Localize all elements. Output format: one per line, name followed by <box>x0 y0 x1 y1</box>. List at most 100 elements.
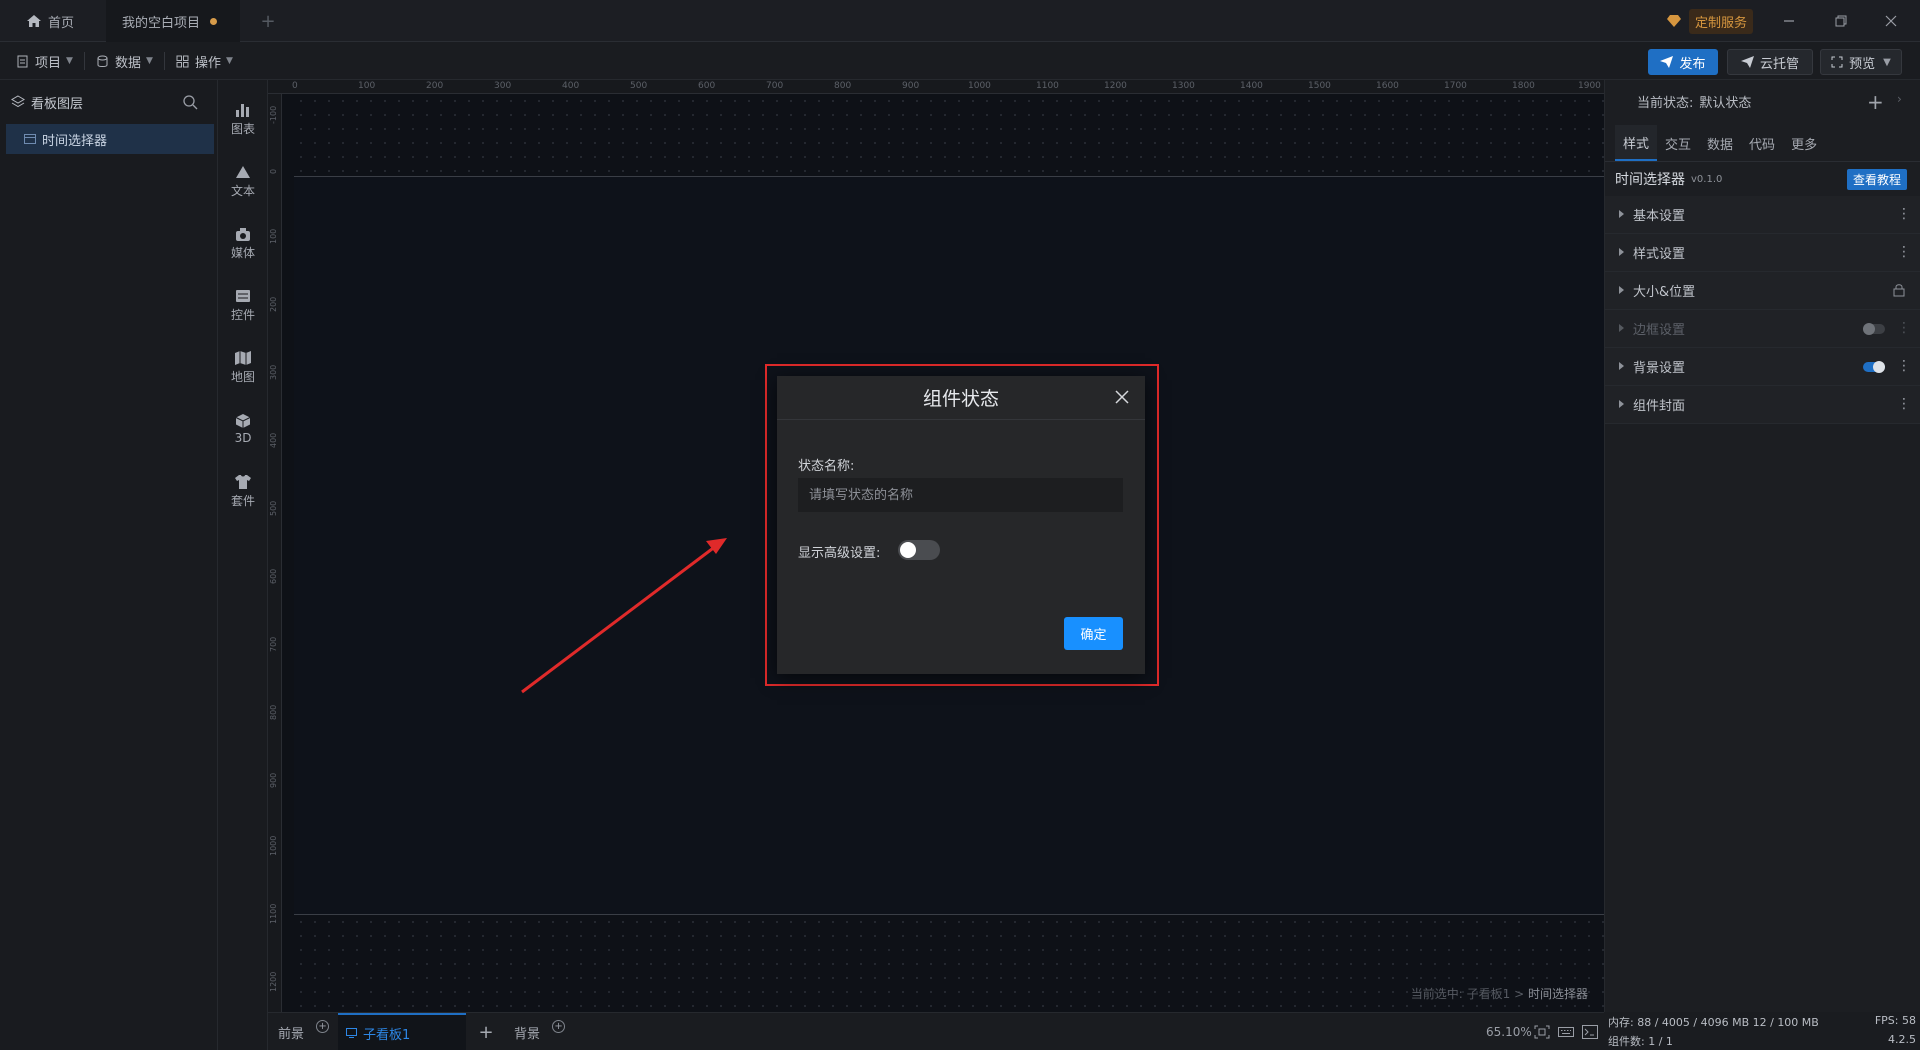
fit-screen-icon[interactable] <box>1534 1025 1550 1039</box>
tab-interaction[interactable]: 交互 <box>1657 125 1699 161</box>
minimize-icon <box>1784 20 1794 22</box>
rail-item-chart[interactable]: 图表 <box>218 94 268 144</box>
ruler-tick: 1300 <box>1172 81 1195 91</box>
grid-icon <box>176 55 189 67</box>
ruler-tick: 400 <box>269 432 278 448</box>
rail-item-3d[interactable]: 3D <box>218 404 268 454</box>
keyboard-icon[interactable] <box>1558 1025 1574 1039</box>
ruler-tick: 1000 <box>269 835 278 856</box>
property-tabs: 样式 交互 数据 代码 更多 <box>1605 122 1920 162</box>
board-tab-bar: 前景 + 子看板1 + 背景 + 65.10% <box>268 1012 1604 1050</box>
tab-project[interactable]: 我的空白项目 <box>106 0 240 42</box>
state-name-input[interactable] <box>798 478 1123 512</box>
rail-item-kit[interactable]: 套件 <box>218 466 268 516</box>
cloud-hosting-button[interactable]: 云托管 <box>1727 49 1813 75</box>
more-vertical-icon[interactable]: ⋮ <box>1897 358 1911 374</box>
ruler-tick: 400 <box>562 81 580 91</box>
add-board-button[interactable]: + <box>474 1013 498 1050</box>
section-label: 背景设置 <box>1633 361 1686 376</box>
confirm-button[interactable]: 确定 <box>1064 617 1123 650</box>
ruler-tick: -100 <box>269 105 278 124</box>
caret-right-icon <box>1619 400 1624 408</box>
ruler-tick: 0 <box>292 81 298 91</box>
plus-icon: + <box>478 1021 494 1043</box>
section-style[interactable]: 样式设置 ⋮ <box>1605 234 1920 272</box>
section-size-position[interactable]: 大小&位置 <box>1605 272 1920 310</box>
control-icon <box>236 289 250 302</box>
layer-item[interactable]: 时间选择器 <box>6 124 214 154</box>
more-vertical-icon[interactable]: ⋮ <box>1897 396 1911 412</box>
ruler-tick: 1400 <box>1240 81 1263 91</box>
section-basic[interactable]: 基本设置 ⋮ <box>1605 196 1920 234</box>
component-name: 时间选择器 <box>1615 172 1685 188</box>
add-state-button[interactable]: + <box>1867 90 1884 114</box>
tab-style[interactable]: 样式 <box>1615 125 1658 161</box>
section-background[interactable]: 背景设置 ⋮ <box>1605 348 1920 386</box>
tab-code[interactable]: 代码 <box>1741 125 1783 161</box>
layers-header: 看板图层 <box>0 80 217 124</box>
advanced-settings-label: 显示高级设置: <box>798 546 881 561</box>
memory-usage: 内存: 88 / 4005 / 4096 MB 12 / 100 MB <box>1608 1016 1819 1029</box>
text-icon <box>236 165 250 178</box>
menu-operation[interactable]: 操作 ▼ <box>176 42 233 80</box>
menu-operation-label: 操作 <box>195 55 222 71</box>
close-window-button[interactable] <box>1868 0 1914 42</box>
ruler-tick: 900 <box>902 81 920 91</box>
layers-title: 看板图层 <box>31 96 84 112</box>
terminal-icon[interactable] <box>1582 1025 1598 1039</box>
tab-more[interactable]: 更多 <box>1783 125 1825 161</box>
tab-data[interactable]: 数据 <box>1699 125 1741 161</box>
rail-item-text[interactable]: 文本 <box>218 156 268 206</box>
rail-item-media[interactable]: 媒体 <box>218 218 268 268</box>
add-circle-icon[interactable]: + <box>552 1019 566 1033</box>
section-label: 样式设置 <box>1633 247 1686 262</box>
border-toggle[interactable] <box>1863 323 1885 335</box>
component-state-dialog: 组件状态 状态名称: 显示高级设置: 确定 <box>777 376 1145 674</box>
tab-foreground[interactable]: 前景 + <box>278 1013 330 1050</box>
custom-service-label: 定制服务 <box>1689 8 1754 34</box>
restore-button[interactable] <box>1818 0 1864 42</box>
toggle-knob <box>900 542 916 558</box>
more-vertical-icon[interactable]: ⋮ <box>1897 320 1911 336</box>
chevron-right-icon[interactable]: › <box>1897 92 1902 106</box>
state-value[interactable]: 默认状态 <box>1699 92 1751 111</box>
send-icon <box>1660 56 1674 68</box>
component-count: 组件数: 1 / 1 <box>1608 1035 1673 1048</box>
tab-background-label: 背景 <box>514 1026 541 1042</box>
add-circle-icon[interactable]: + <box>316 1019 330 1033</box>
preview-button[interactable]: 预览 ▼ <box>1820 49 1902 75</box>
minimize-button[interactable] <box>1766 0 1812 42</box>
document-icon <box>17 55 28 67</box>
new-tab-button[interactable]: + <box>258 0 278 42</box>
tab-sub-board-label: 子看板1 <box>363 1027 411 1043</box>
ruler-tick: 600 <box>698 81 716 91</box>
section-cover[interactable]: 组件封面 ⋮ <box>1605 386 1920 424</box>
zoom-level[interactable]: 65.10% <box>1486 1013 1532 1050</box>
more-vertical-icon[interactable]: ⋮ <box>1897 244 1911 260</box>
ruler-tick: 1700 <box>1444 81 1467 91</box>
dialog-title: 组件状态 <box>922 388 999 410</box>
advanced-settings-toggle[interactable] <box>898 540 940 560</box>
close-icon[interactable] <box>1115 390 1129 404</box>
section-border[interactable]: 边框设置 ⋮ <box>1605 310 1920 348</box>
menu-data[interactable]: 数据 ▼ <box>96 42 153 80</box>
background-toggle[interactable] <box>1863 361 1885 373</box>
chevron-down-icon[interactable]: ▼ <box>1883 57 1891 68</box>
search-icon[interactable] <box>182 94 198 110</box>
custom-service-button[interactable]: 定制服务 <box>1667 8 1759 34</box>
status-bar: 内存: 88 / 4005 / 4096 MB 12 / 100 MB 组件数:… <box>1604 1012 1920 1050</box>
view-tutorial-button[interactable]: 查看教程 <box>1847 169 1908 190</box>
divider <box>84 52 85 70</box>
more-vertical-icon[interactable]: ⋮ <box>1897 206 1911 222</box>
publish-button[interactable]: 发布 <box>1648 49 1718 75</box>
tab-home[interactable]: 首页 <box>18 0 118 42</box>
rail-item-map[interactable]: 地图 <box>218 342 268 392</box>
chevron-down-icon: ▼ <box>66 56 73 66</box>
rail-item-control[interactable]: 控件 <box>218 280 268 330</box>
tab-sub-board[interactable]: 子看板1 <box>338 1013 466 1050</box>
tab-background[interactable]: 背景 + <box>514 1013 566 1050</box>
menu-project[interactable]: 项目 ▼ <box>16 42 73 80</box>
lock-icon[interactable] <box>1893 283 1905 297</box>
ruler-tick: 700 <box>269 636 278 652</box>
ruler-tick: 100 <box>269 228 278 244</box>
